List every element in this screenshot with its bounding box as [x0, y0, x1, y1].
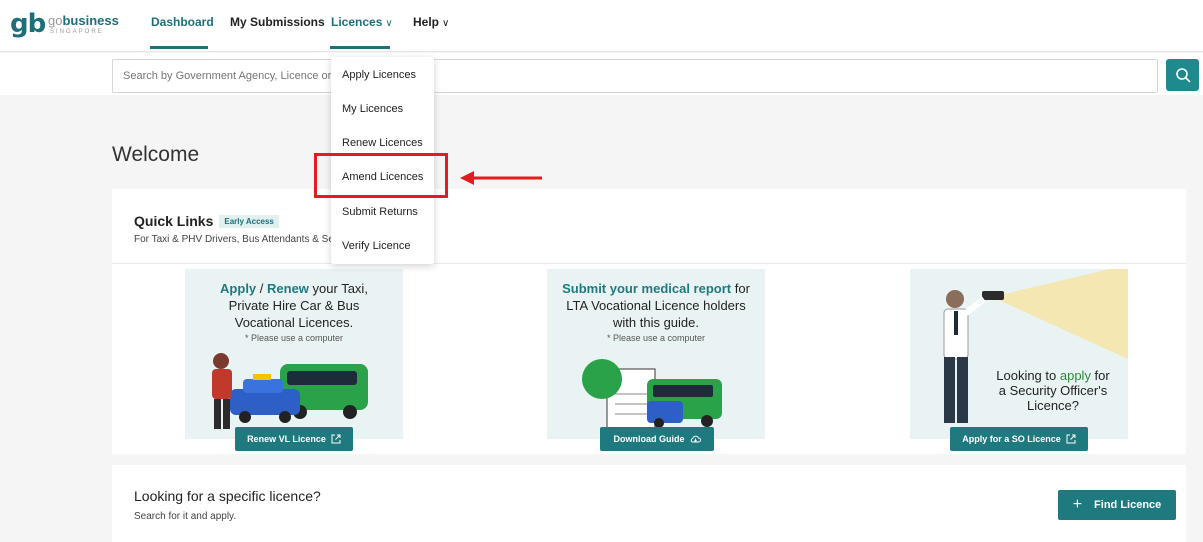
highlight-box: [314, 153, 448, 198]
plus-icon: +: [1072, 496, 1083, 513]
card-heading-line1: Apply / Renew your Taxi,: [220, 281, 368, 296]
quick-links-heading: Quick Links Early Access: [134, 213, 279, 229]
nav-my-submissions[interactable]: My Submissions: [230, 14, 325, 30]
logo-go-text: go: [48, 13, 63, 28]
logo-mark: gb: [10, 9, 46, 39]
top-navigation-bar: gb gobusiness SINGAPORE Dashboard My Sub…: [0, 0, 1203, 52]
find-licence-button[interactable]: + Find Licence: [1058, 490, 1176, 520]
apply-so-licence-button[interactable]: Apply for a SO Licence: [950, 427, 1088, 451]
card-heading-line3: Licence?: [1026, 398, 1080, 413]
search-button[interactable]: [1166, 59, 1199, 91]
menu-item-renew-licences[interactable]: Renew Licences: [342, 137, 423, 149]
logo-country-text: SINGAPORE: [50, 29, 104, 35]
quick-link-card-medical[interactable]: Submit your medical report for LTA Vocat…: [547, 269, 765, 439]
card-note: * Please use a computer: [244, 333, 344, 343]
external-link-icon: [331, 434, 341, 444]
search-input[interactable]: [112, 59, 1158, 93]
card-heading-line3: with this guide.: [613, 315, 699, 330]
logo-business-text: business: [62, 13, 119, 28]
card-heading-line2: LTA Vocational Licence holders: [566, 298, 746, 313]
menu-item-verify-licence[interactable]: Verify Licence: [342, 240, 410, 252]
card-heading-line3: Vocational Licences.: [234, 315, 354, 330]
nav-help[interactable]: Help ∨: [413, 14, 449, 32]
page-title: Welcome: [112, 143, 200, 166]
nav-licences-underline: [330, 46, 390, 49]
download-guide-label: Download Guide: [613, 434, 685, 444]
pointer-arrow-icon: [460, 171, 542, 185]
external-link-icon: [1066, 434, 1076, 444]
quick-link-card-security-officer[interactable]: Looking to apply for a Security Officer'…: [910, 269, 1128, 439]
find-licence-panel: Looking for a specific licence? Search f…: [112, 465, 1186, 542]
menu-item-my-licences[interactable]: My Licences: [342, 103, 403, 115]
find-licence-subtitle: Search for it and apply.: [134, 511, 237, 522]
menu-item-submit-returns[interactable]: Submit Returns: [342, 206, 418, 218]
quick-links-title: Quick Links: [134, 213, 214, 229]
nav-help-label: Help: [413, 15, 440, 29]
quick-link-card-vocational[interactable]: Apply / Renew your Taxi, Private Hire Ca…: [185, 269, 403, 439]
renew-vl-licence-label: Renew VL Licence: [247, 434, 326, 444]
renew-vl-licence-button[interactable]: Renew VL Licence: [235, 427, 353, 451]
apply-so-licence-label: Apply for a SO Licence: [962, 434, 1061, 444]
divider: [112, 263, 1186, 264]
gobusiness-logo[interactable]: gb gobusiness SINGAPORE: [10, 10, 120, 42]
nav-licences[interactable]: Licences ∨: [331, 14, 393, 32]
find-licence-label: Find Licence: [1094, 499, 1162, 511]
card-heading-line2: Private Hire Car & Bus: [228, 298, 360, 313]
card-heading-line1: Submit your medical report for: [562, 281, 750, 296]
download-guide-button[interactable]: Download Guide: [600, 427, 714, 451]
search-icon: [1175, 68, 1190, 83]
taxi-bus-illustration: [212, 353, 368, 429]
menu-item-apply-licences[interactable]: Apply Licences: [342, 69, 416, 81]
nav-dashboard[interactable]: Dashboard: [151, 14, 214, 30]
search-bar-row: [0, 53, 1203, 95]
cloud-download-icon: [690, 435, 701, 443]
chevron-down-icon: ∨: [442, 18, 450, 29]
nav-active-underline: [150, 46, 208, 49]
nav-licences-label: Licences: [331, 15, 383, 29]
medical-report-illustration: [582, 359, 722, 432]
early-access-badge: Early Access: [219, 215, 279, 228]
card-note: * Please use a computer: [606, 333, 706, 343]
find-licence-title: Looking for a specific licence?: [134, 488, 321, 504]
chevron-down-icon: ∨: [385, 18, 393, 29]
